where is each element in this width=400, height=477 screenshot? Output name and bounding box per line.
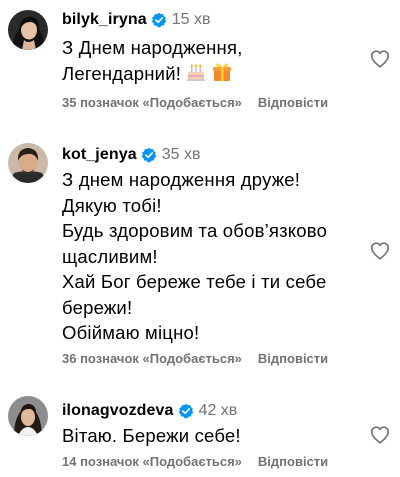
comment-line: Вітаю. Бережи себе! [62, 425, 241, 446]
birthday-cake-icon [187, 64, 206, 81]
reply-button[interactable]: Відповісти [258, 95, 328, 110]
avatar-kot-jenya-image [8, 143, 48, 183]
comment-1: bilyk_iryna 15 хв З Днем народження, Лег… [0, 0, 400, 120]
timestamp: 15 хв [171, 11, 211, 28]
heart-icon [370, 50, 390, 68]
gift-icon [213, 62, 232, 81]
username[interactable]: ilonagvozdeva [62, 402, 174, 420]
comment-text: Вітаю. Бережи себе! [62, 423, 362, 449]
comment-text: З днем народження друже! Дякую тобі! Буд… [62, 167, 362, 346]
like-button[interactable] [369, 240, 391, 262]
comment-line: бережи! [62, 296, 133, 318]
comment-line: З Днем народження, [62, 37, 243, 58]
comment-line: Хай Бог береже тебе і ти себе [62, 271, 327, 292]
username[interactable]: kot_jenya [62, 146, 137, 164]
comment-line: З днем народження друже! [62, 169, 301, 190]
verified-badge-icon [178, 403, 193, 419]
comment-line: Будь здоровим та обов’язково [62, 220, 328, 241]
like-button[interactable] [369, 424, 391, 446]
comment-2: kot_jenya 35 хв З днем народження друже!… [0, 140, 400, 370]
avatar-ilonagvozdeva-image [8, 396, 48, 436]
likes-count[interactable]: 36 позначок «Подобається» [62, 351, 242, 366]
comment-line: Обіймаю міцно! [62, 322, 200, 343]
avatar[interactable] [8, 143, 48, 183]
heart-icon [370, 426, 390, 444]
like-button[interactable] [369, 48, 391, 70]
comment-3: ilonagvozdeva 42 хв Вітаю. Бережи себе! … [0, 396, 400, 477]
comment-text: З Днем народження, Легендарний! [62, 35, 362, 86]
avatar[interactable] [8, 10, 48, 50]
avatar[interactable] [8, 396, 48, 436]
comment-line: Легендарний! [62, 62, 182, 84]
verified-badge-icon [151, 12, 166, 28]
avatar-bilyk-iryna-image [8, 10, 48, 50]
comment-line: щасливим! [62, 245, 158, 267]
timestamp: 42 хв [198, 402, 238, 419]
heart-icon [370, 242, 390, 260]
comment-line-with-emojis: Легендарний! [62, 61, 362, 87]
verified-badge-icon [141, 147, 156, 163]
comment-line: Дякую тобі! [62, 194, 162, 216]
reply-button[interactable]: Відповісти [258, 454, 328, 469]
likes-count[interactable]: 14 позначок «Подобається» [62, 454, 242, 469]
username[interactable]: bilyk_iryna [62, 11, 147, 29]
timestamp: 35 хв [161, 146, 201, 163]
reply-button[interactable]: Відповісти [258, 351, 328, 366]
likes-count[interactable]: 35 позначок «Подобається» [62, 95, 242, 110]
